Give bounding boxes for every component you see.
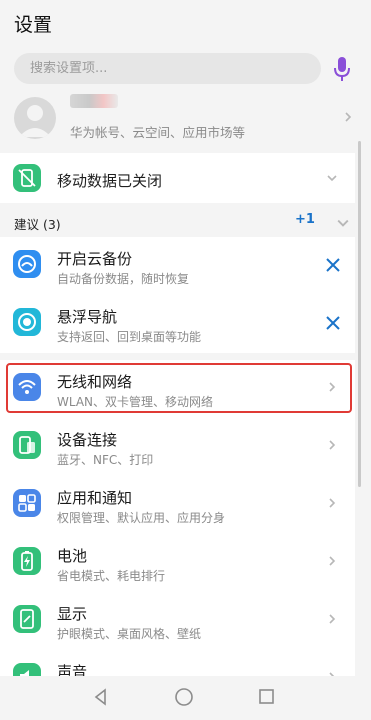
battery-icon [13,547,41,575]
chevron-right-icon [329,614,336,624]
settings-battery[interactable]: 电池 省电模式、耗电排行 [0,534,355,592]
suggestions-title: 建议 (3) [14,217,61,232]
home-icon[interactable] [174,687,194,707]
suggestions-header: 建议 (3) +1 [0,205,371,237]
setting-title: 设备连接 [57,431,118,449]
suggestion-floating-nav[interactable]: 悬浮导航 支持返回、回到桌面等功能 [0,295,355,353]
page-title: 设置 [14,14,53,36]
setting-title: 显示 [57,605,88,623]
suggestions-more-count[interactable]: +1 [295,212,315,227]
setting-subtitle: 护眼模式、桌面风格、壁纸 [57,627,202,641]
voice-search-button[interactable] [331,53,353,84]
display-icon [13,605,41,633]
chevron-down-icon[interactable] [337,217,349,229]
recent-apps-icon[interactable] [258,688,275,705]
mobile-data-off-icon [13,164,41,192]
floating-dock-icon [13,308,41,336]
setting-subtitle: 蓝牙、NFC、打印 [57,453,154,467]
avatar [14,97,56,139]
close-icon[interactable] [325,257,341,273]
settings-apps-notifications[interactable]: 应用和通知 权限管理、默认应用、应用分身 [0,476,355,534]
suggestion-subtitle: 支持返回、回到桌面等功能 [57,330,202,344]
suggestion-title: 悬浮导航 [57,308,118,326]
suggestion-cloud-backup[interactable]: 开启云备份 自动备份数据，随时恢复 [0,237,355,295]
account-name-blurred [70,94,118,108]
search-input[interactable]: 搜索设置项... [14,53,321,84]
chevron-right-icon [329,556,336,566]
back-icon[interactable] [92,688,110,706]
cloud-backup-icon [13,250,41,278]
settings-display[interactable]: 显示 护眼模式、桌面风格、壁纸 [0,592,355,650]
suggestion-subtitle: 自动备份数据，随时恢复 [57,272,190,286]
device-connection-icon [13,431,41,459]
scrollbar[interactable] [358,141,361,487]
settings-device-connection[interactable]: 设备连接 蓝牙、NFC、打印 [0,418,355,476]
setting-title: 应用和通知 [57,489,133,507]
suggestion-title: 开启云备份 [57,250,133,268]
highlight-box [6,363,352,413]
chevron-right-icon [329,440,336,450]
account-entry[interactable]: 华为帐号、云空间、应用市场等 [0,92,371,146]
mobile-data-row[interactable]: 移动数据已关闭 [0,153,355,203]
navigation-bar [0,676,371,720]
close-icon[interactable] [325,315,341,331]
chevron-right-icon [345,112,352,122]
chevron-right-icon [329,498,336,508]
microphone-icon [334,57,350,81]
chevron-down-icon [327,175,337,182]
account-subtitle: 华为帐号、云空间、应用市场等 [70,125,246,140]
setting-title: 电池 [57,547,88,565]
mobile-data-label: 移动数据已关闭 [57,172,163,190]
user-icon [19,105,51,137]
setting-subtitle: 权限管理、默认应用、应用分身 [57,511,226,525]
apps-icon [13,489,41,517]
setting-subtitle: 省电模式、耗电排行 [57,569,166,583]
